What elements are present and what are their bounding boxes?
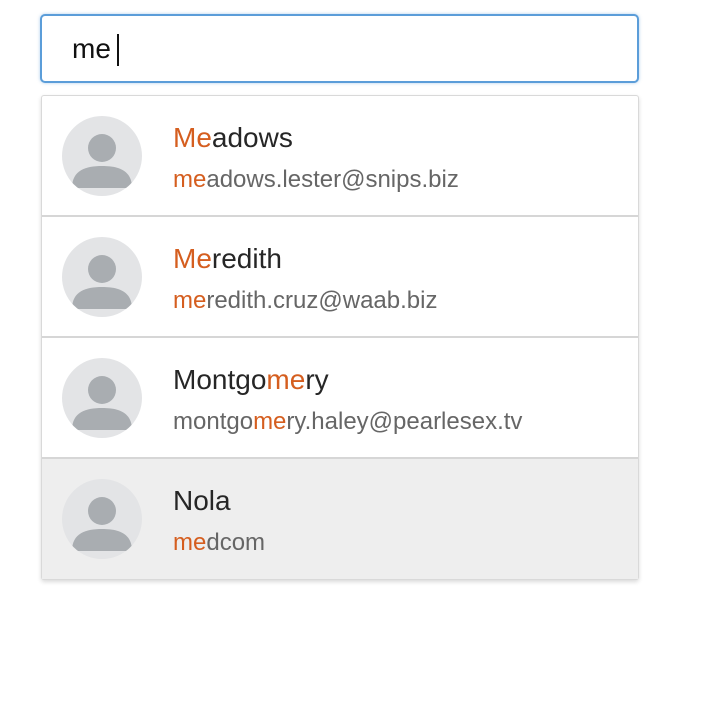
- search-input[interactable]: [72, 16, 612, 81]
- match-highlight: me: [173, 529, 207, 556]
- suggestion-email: meadows.lester@snips.biz: [173, 166, 459, 193]
- text-caret: [117, 34, 119, 66]
- search-box[interactable]: [40, 14, 639, 83]
- autocomplete-dropdown: Meadows meadows.lester@snips.biz Meredit…: [41, 95, 639, 580]
- suggestion-name: Meadows: [173, 122, 293, 153]
- match-highlight: me: [253, 408, 287, 435]
- suggestion-email: meredith.cruz@waab.biz: [173, 287, 438, 314]
- suggestion-item-active[interactable]: Nola medcom: [42, 459, 638, 579]
- suggestion-item[interactable]: Montgomery montgomery.haley@pearlesex.tv: [42, 338, 638, 459]
- suggestion-email: medcom: [173, 529, 266, 556]
- user-avatar-icon: [62, 479, 142, 559]
- user-avatar-icon: [62, 237, 142, 317]
- match-highlight: me: [266, 364, 306, 395]
- match-highlight: Me: [173, 243, 212, 274]
- suggestion-email: montgomery.haley@pearlesex.tv: [173, 408, 523, 435]
- suggestion-item[interactable]: Meredith meredith.cruz@waab.biz: [42, 217, 638, 338]
- user-avatar-icon: [62, 358, 142, 438]
- match-highlight: me: [173, 287, 207, 314]
- match-highlight: Me: [173, 122, 212, 153]
- suggestion-name: Meredith: [173, 243, 282, 274]
- match-highlight: me: [173, 166, 207, 193]
- suggestion-item[interactable]: Meadows meadows.lester@snips.biz: [42, 96, 638, 217]
- suggestion-name: Montgomery: [173, 364, 329, 395]
- suggestion-name: Nola: [173, 485, 231, 516]
- user-avatar-icon: [62, 116, 142, 196]
